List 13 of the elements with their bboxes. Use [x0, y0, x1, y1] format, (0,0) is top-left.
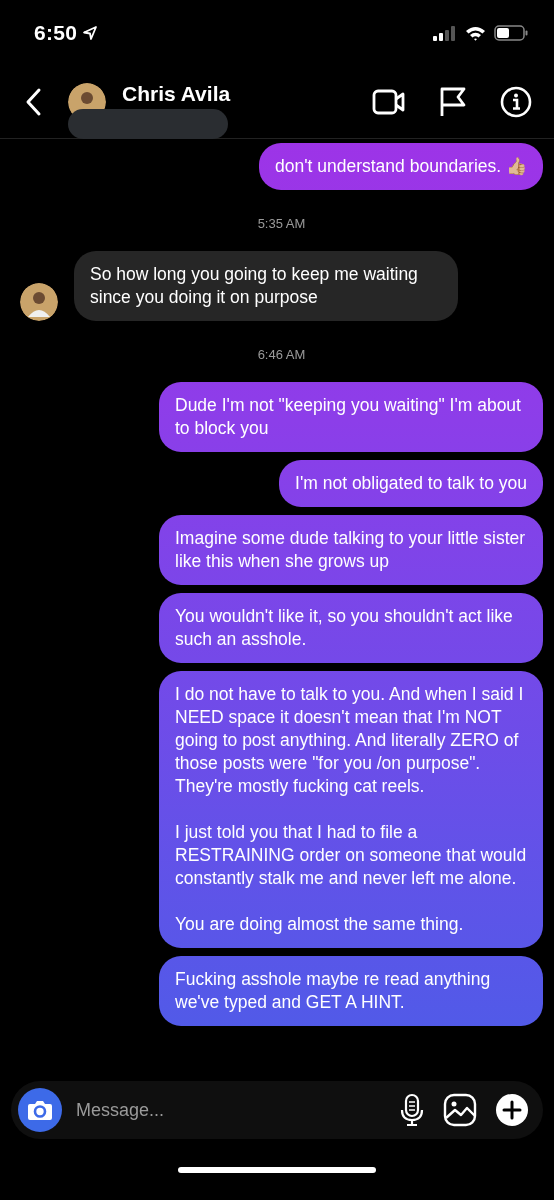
message-bubble: Fucking asshole maybe re read anything we've typed and GET A HINT. [159, 956, 543, 1026]
message-bubble: Imagine some dude talking to your little sister like this when she grows up [159, 515, 543, 585]
message-bubble: So how long you going to keep me waiting since you doing it on purpose [74, 251, 458, 321]
clock-time: 6:50 [34, 21, 78, 45]
message-bubble: I'm not obligated to talk to you [279, 460, 543, 507]
message-bubble: don't understand boundaries. 👍🏼 [258, 143, 543, 190]
message-bubble: I do not have to talk to you. And when I said I NEED space it doesn't mean that I'm NOT going to post anything. And literally ZERO of those posts were "for you /on purpose". They're mostly fucking cat reels. I just told you that I had to file a RESTRAINING order on someone that would constantly stalk me and never left me alone. You are doing almost the same thing. [159, 671, 543, 948]
message-bubble: You wouldn't like it, so you shouldn't act like such an asshole. [159, 593, 543, 663]
timestamp: 5:35 AM [257, 216, 306, 231]
contact-name: Chris Avila [122, 82, 231, 106]
message-bubble: Dude I'm not "keeping you waiting" I'm about to block you [159, 382, 543, 452]
message-input-field[interactable]: Message... [74, 1098, 387, 1122]
timestamp: 6:46 AM [257, 347, 306, 362]
